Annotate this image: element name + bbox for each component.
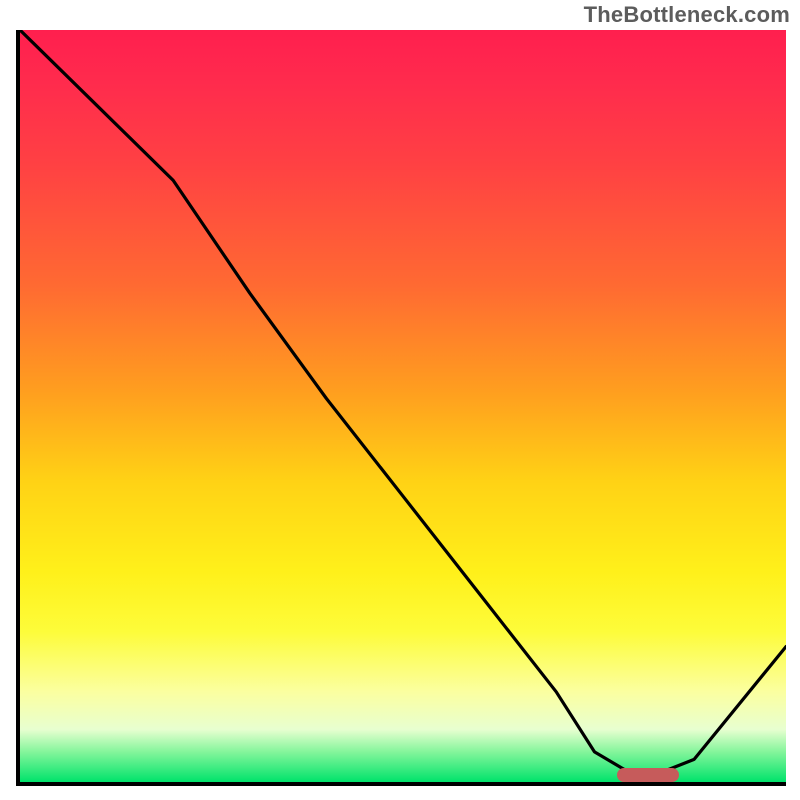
optimal-range-marker <box>617 768 678 782</box>
bottleneck-curve <box>20 30 786 775</box>
plot-area <box>16 30 786 786</box>
watermark-text: TheBottleneck.com <box>584 2 790 28</box>
chart-container: TheBottleneck.com <box>0 0 800 800</box>
curve-layer <box>20 30 786 782</box>
